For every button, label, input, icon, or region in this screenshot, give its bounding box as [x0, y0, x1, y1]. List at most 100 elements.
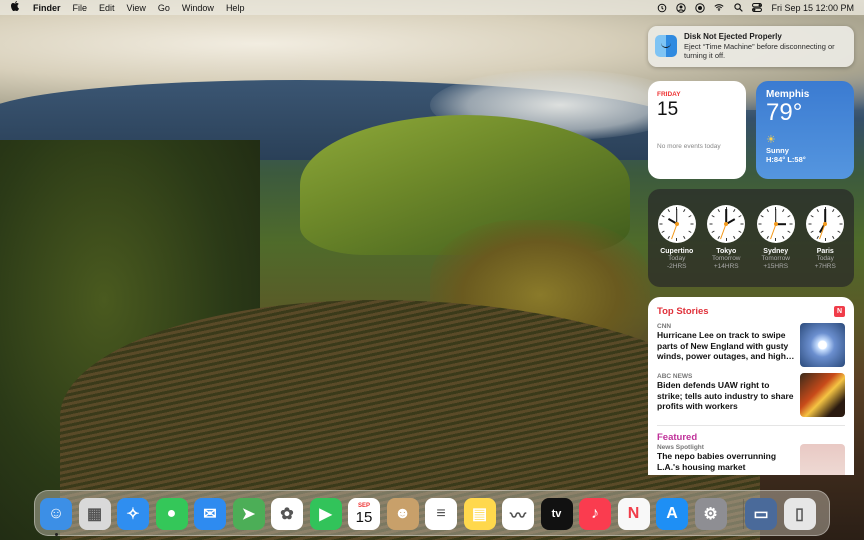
- clock-face: [707, 205, 746, 243]
- messages-icon[interactable]: ●: [155, 498, 188, 530]
- news-source: CNN: [657, 323, 672, 330]
- clock-tick: [661, 230, 665, 233]
- clock-tick: [738, 230, 742, 233]
- calendar-events-text: No more events today: [657, 143, 721, 150]
- calendar-weekday: FRIDAY: [657, 91, 681, 98]
- weather-widget[interactable]: Memphis 79° ☀ Sunny H:84° L:58°: [756, 81, 854, 179]
- notes-icon[interactable]: ▤: [463, 498, 496, 530]
- clock-tick: [831, 235, 835, 239]
- clock-tick: [667, 209, 671, 213]
- reminders-icon[interactable]: ≡: [425, 498, 457, 530]
- status-area: Fri Sep 15 12:00 PM: [657, 0, 854, 15]
- news-headline: The nepo babies overrunning L.A.'s housi…: [657, 451, 777, 472]
- time-machine-icon[interactable]: [657, 3, 667, 13]
- folder-stack-icon[interactable]: ▭: [745, 498, 777, 530]
- clock-tick: [676, 238, 678, 241]
- world-clock-widget[interactable]: Cupertino Today -2HRS Tokyo Tomorrow +14…: [648, 189, 854, 287]
- menu-app-name[interactable]: Finder: [33, 3, 61, 13]
- finder-icon[interactable]: ☺: [40, 498, 72, 530]
- freeform-icon[interactable]: 〰: [502, 498, 534, 530]
- clock-face: [756, 205, 795, 243]
- clock-offset: -2HRS: [666, 263, 687, 270]
- contacts-icon[interactable]: ☻: [386, 498, 419, 530]
- news-source: News Spotlight: [657, 444, 704, 451]
- app-store-icon-glyph: A: [666, 505, 678, 522]
- screen-record-icon[interactable]: [695, 2, 706, 13]
- news-icon: N: [834, 306, 845, 317]
- dock: ☺ ▦ ✧ ● ✉ ➤ ✿ ▶ SEP 15 ☻ ≡ ▤ 〰 tv ♪ N A ⚙ ▭ ▯: [34, 490, 830, 536]
- clock-offset: +14HRS: [713, 263, 739, 270]
- clock-tick: [711, 215, 715, 218]
- clock-face: [657, 205, 696, 243]
- calendar-icon[interactable]: SEP 15: [348, 498, 380, 530]
- news-icon[interactable]: N: [617, 498, 650, 530]
- news-widget[interactable]: Top Stories N CNN Hurricane Lee on track…: [648, 297, 854, 475]
- control-center-icon[interactable]: [752, 3, 763, 13]
- calendar-date: 15: [657, 99, 679, 120]
- clock-tick: [732, 209, 736, 213]
- clock-tick: [688, 230, 692, 233]
- clock-center: [823, 222, 828, 226]
- account-icon[interactable]: [676, 2, 687, 13]
- clock-tick: [775, 238, 777, 241]
- clock-tick: [839, 223, 843, 225]
- app-store-icon[interactable]: A: [656, 498, 688, 530]
- news-story[interactable]: CNN Hurricane Lee on track to swipe part…: [657, 323, 845, 367]
- menu-edit[interactable]: Edit: [99, 3, 115, 13]
- notes-icon-glyph: ▤: [471, 506, 488, 523]
- menu-go[interactable]: Go: [158, 3, 170, 13]
- photos-icon[interactable]: ✿: [271, 498, 303, 530]
- tv-icon[interactable]: tv: [540, 498, 573, 530]
- clock-tick: [760, 230, 764, 233]
- clock-tick: [837, 230, 841, 233]
- clock-face: [806, 205, 845, 243]
- launchpad-icon-glyph: ▦: [86, 506, 103, 523]
- notification-title: Disk Not Ejected Properly: [684, 32, 782, 41]
- news-source: ABC NEWS: [657, 373, 693, 380]
- calendar-day: 15: [355, 508, 373, 526]
- strike-thumbnail: [800, 373, 845, 417]
- news-story[interactable]: ABC NEWS Biden defends UAW right to stri…: [657, 373, 845, 417]
- clock-tick: [659, 223, 663, 225]
- clock-city: Paris: [816, 248, 834, 255]
- menu-window[interactable]: Window: [182, 3, 214, 13]
- clock-tick: [725, 238, 727, 241]
- trash-icon-glyph: ▯: [795, 506, 804, 523]
- clock-tick: [787, 230, 791, 233]
- clock-tick: [661, 215, 665, 218]
- news-headline: Biden defends UAW right to strike; tells…: [657, 380, 794, 411]
- notification-banner[interactable]: Disk Not Ejected Properly Eject “Time Ma…: [648, 26, 854, 67]
- clock-tick: [787, 215, 791, 218]
- apple-logo-icon[interactable]: [11, 1, 25, 14]
- world-clock-tokyo: Tokyo Tomorrow +14HRS: [703, 205, 749, 287]
- clock-center: [674, 222, 679, 226]
- clock-day: Tomorrow: [761, 255, 791, 262]
- news-featured-title: Featured: [657, 432, 698, 443]
- mail-icon[interactable]: ✉: [194, 498, 226, 530]
- search-icon[interactable]: [733, 3, 743, 13]
- maps-icon[interactable]: ➤: [232, 498, 265, 530]
- facetime-icon[interactable]: ▶: [309, 498, 342, 530]
- clock-tick: [683, 209, 686, 213]
- clock-offset: +7HRS: [814, 263, 836, 270]
- clock-offset: +15HRS: [763, 263, 789, 270]
- menu-file[interactable]: File: [73, 3, 88, 13]
- menu-help[interactable]: Help: [226, 3, 245, 13]
- clock-city: Tokyo: [716, 248, 737, 255]
- menu-bar-clock[interactable]: Fri Sep 15 12:00 PM: [771, 3, 854, 13]
- clock-tick: [709, 223, 713, 225]
- clock-tick: [740, 223, 744, 225]
- gear-icon[interactable]: ⚙: [694, 498, 727, 530]
- calendar-widget[interactable]: FRIDAY 15 No more events today: [648, 81, 746, 179]
- news-story[interactable]: News Spotlight The nepo babies overrunni…: [657, 444, 845, 475]
- news-headline: Hurricane Lee on track to swipe parts of…: [657, 330, 795, 361]
- safari-icon[interactable]: ✧: [117, 498, 149, 530]
- menu-view[interactable]: View: [127, 3, 146, 13]
- music-icon[interactable]: ♪: [579, 498, 611, 530]
- freeform-icon-glyph: 〰: [509, 508, 526, 525]
- news-divider: [657, 425, 845, 426]
- trash-icon[interactable]: ▯: [783, 498, 816, 530]
- news-section-title: Top Stories: [657, 306, 709, 317]
- wifi-icon[interactable]: [714, 3, 725, 13]
- launchpad-icon[interactable]: ▦: [78, 498, 111, 530]
